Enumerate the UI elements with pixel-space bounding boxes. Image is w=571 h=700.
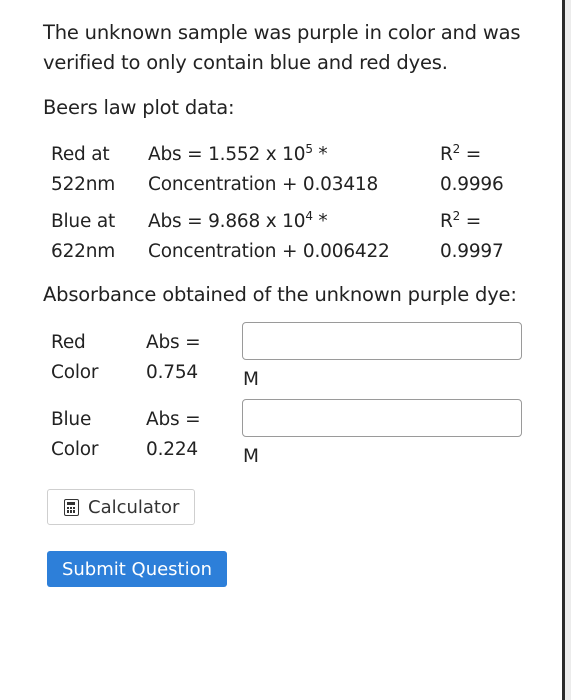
unit-label: M: [243, 446, 259, 467]
plot-equation: Abs = 1.552 x 105 * Concentration + 0.03…: [148, 142, 379, 195]
plot-label: Red at 522nm: [51, 144, 116, 195]
absorbance-heading: Absorbance obtained of the unknown purpl…: [43, 283, 517, 306]
red-concentration-input[interactable]: [242, 322, 522, 360]
page-edge-border: [562, 0, 565, 700]
calculator-button[interactable]: Calculator: [47, 489, 195, 525]
page-edge-shadow: [565, 0, 571, 700]
calculator-label: Calculator: [88, 496, 180, 518]
unit-label: M: [243, 369, 259, 390]
sample-absorbance: Abs = 0.224: [146, 409, 201, 460]
beers-law-heading: Beers law plot data:: [43, 96, 235, 119]
plot-label: Blue at 622nm: [51, 211, 116, 262]
question-intro: The unknown sample was purple in color a…: [43, 21, 521, 74]
plot-r-squared: R2 = 0.9996: [440, 142, 504, 195]
plot-r-squared: R2 = 0.9997: [440, 209, 504, 262]
sample-label: Blue Color: [51, 409, 99, 460]
sample-absorbance: Abs = 0.754: [146, 332, 201, 383]
blue-concentration-input[interactable]: [242, 399, 522, 437]
calculator-icon: [64, 498, 79, 516]
submit-question-button[interactable]: Submit Question: [47, 551, 227, 587]
sample-label: Red Color: [51, 332, 99, 383]
plot-equation: Abs = 9.868 x 104 * Concentration + 0.00…: [148, 209, 390, 262]
